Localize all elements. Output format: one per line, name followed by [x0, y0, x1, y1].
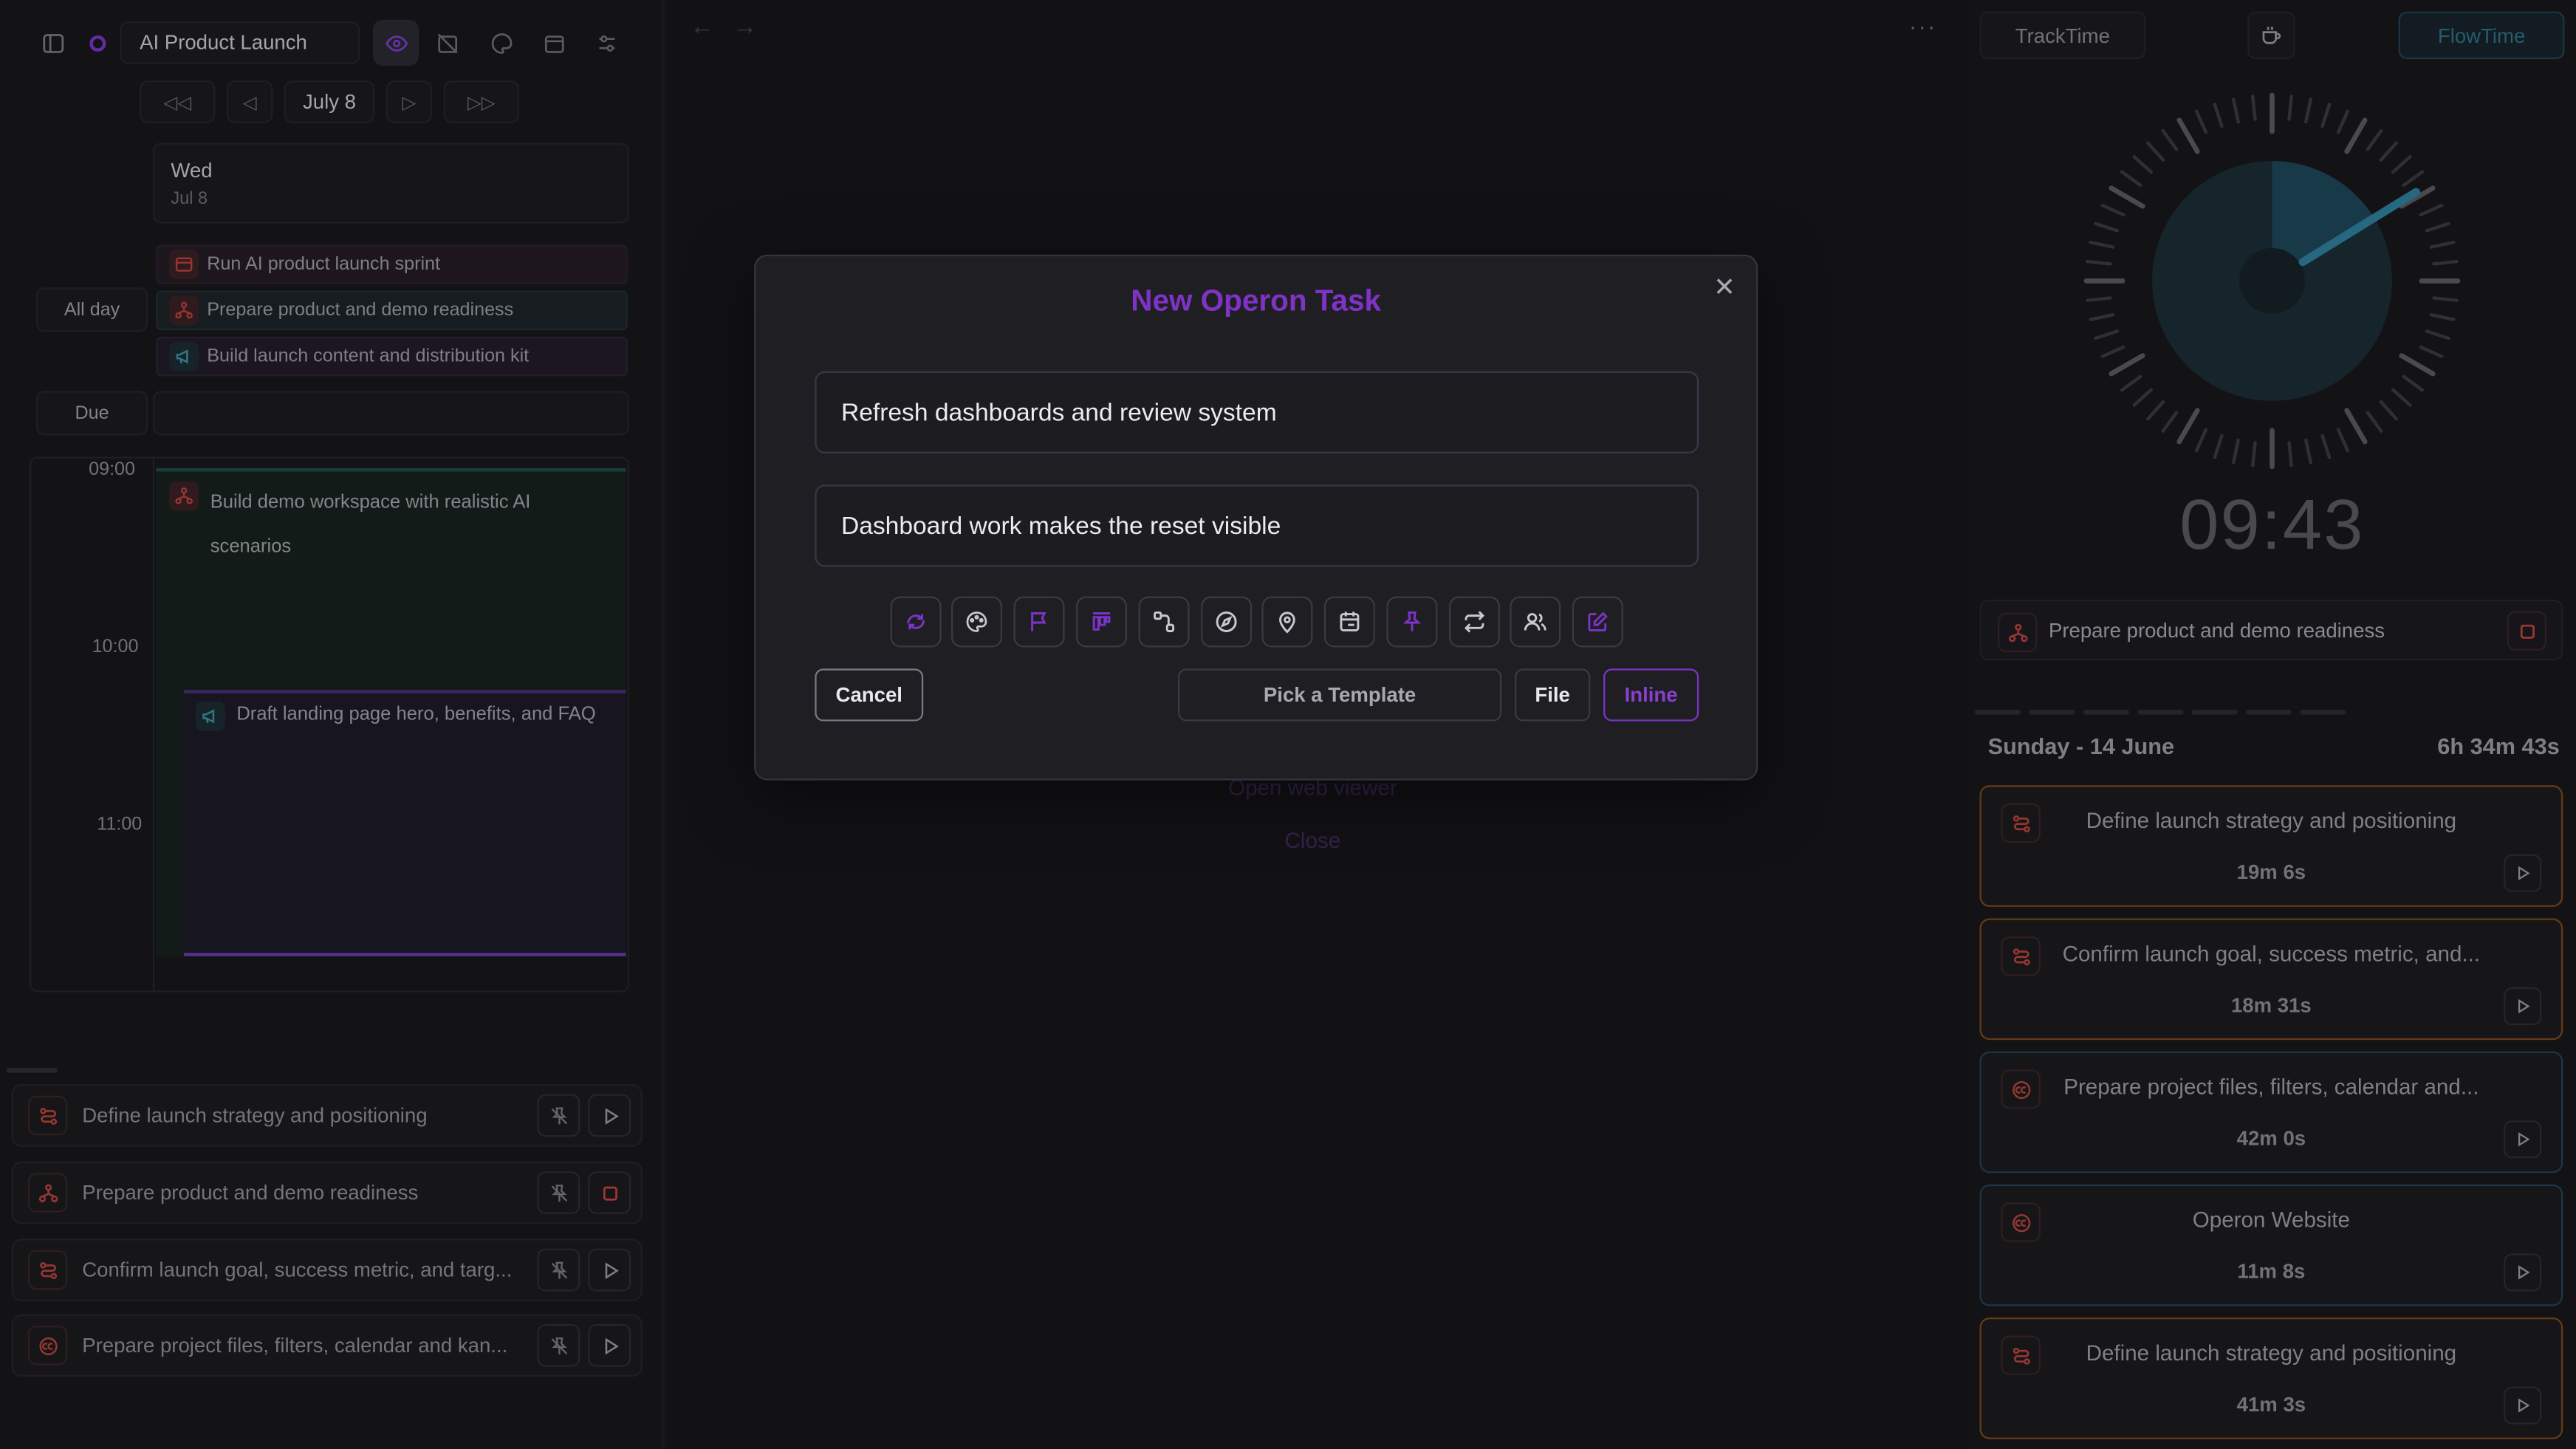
location-pin-icon[interactable]	[1261, 596, 1313, 648]
new-task-dialog: New Operon Task ✕ Refresh dashboards and…	[754, 254, 1758, 781]
route-icon[interactable]	[1138, 596, 1190, 648]
close-icon[interactable]: ✕	[1713, 271, 1736, 304]
palette-icon[interactable]	[950, 596, 1002, 648]
pin-icon[interactable]	[1386, 596, 1438, 648]
inline-button[interactable]: Inline	[1603, 668, 1699, 722]
loop-icon[interactable]	[890, 596, 942, 648]
users-icon[interactable]	[1510, 596, 1561, 648]
edit-icon[interactable]	[1572, 596, 1623, 648]
dialog-title: New Operon Task	[1131, 284, 1382, 318]
file-button[interactable]: File	[1514, 668, 1591, 722]
flag-icon[interactable]	[1013, 596, 1065, 648]
repeat-icon[interactable]	[1449, 596, 1500, 648]
task-note-input[interactable]: Dashboard work makes the reset visible	[815, 484, 1699, 567]
calendar-icon[interactable]	[1323, 596, 1375, 648]
task-title-input[interactable]: Refresh dashboards and review system	[815, 371, 1699, 453]
cancel-button[interactable]: Cancel	[815, 668, 924, 722]
pick-template-button[interactable]: Pick a Template	[1177, 668, 1502, 722]
kanban-icon[interactable]	[1076, 596, 1128, 648]
compass-icon[interactable]	[1201, 596, 1253, 648]
